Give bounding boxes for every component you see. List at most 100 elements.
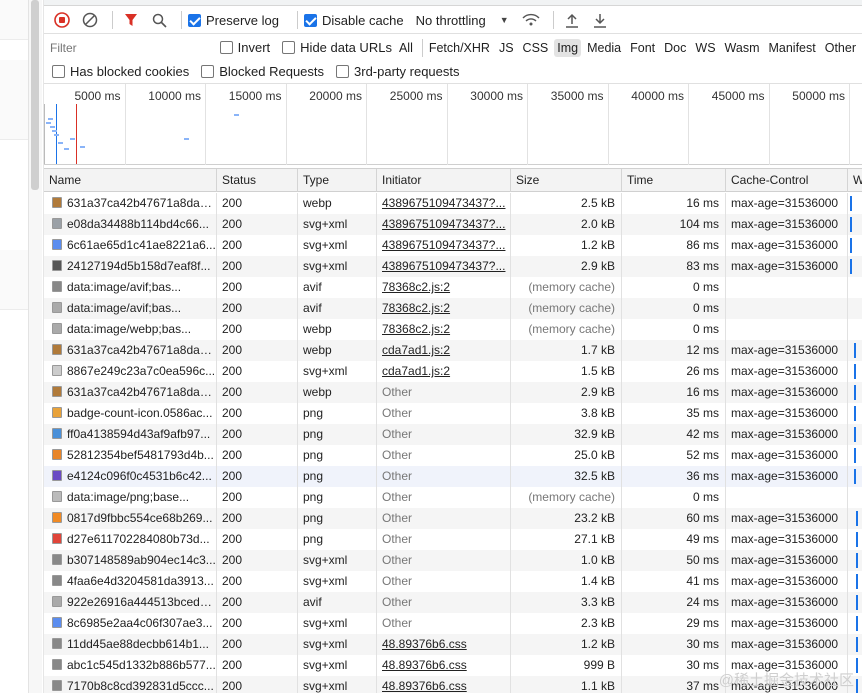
initiator-link[interactable]: Other — [376, 571, 510, 592]
table-row[interactable]: 11dd45ae88decbb614b1... 200 svg+xml 48.8937… — [44, 634, 862, 655]
column-header-size[interactable]: Size — [510, 169, 621, 192]
table-row[interactable]: 631a37ca42b47671a8dae... 200 webp Other 2.9 … — [44, 382, 862, 403]
table-row[interactable]: e08da34488b114bd4c66... 200 svg+xml 4389675… — [44, 214, 862, 235]
table-row[interactable]: 631a37ca42b47671a8dae... 200 webp 438967510… — [44, 193, 862, 214]
initiator-link[interactable]: 4389675109473437?... — [376, 256, 510, 277]
column-header-status[interactable]: Status — [216, 169, 297, 192]
table-row[interactable]: e4124c096f0c4531b6c42... 200 png Other 32.5 … — [44, 466, 862, 487]
preserve-log-checkbox[interactable]: Preserve log — [188, 13, 279, 28]
column-header-type[interactable]: Type — [297, 169, 376, 192]
initiator-link[interactable]: 4389675109473437?... — [376, 193, 510, 214]
table-row[interactable]: 24127194d5b158d7eaf8f... 200 svg+xml 438967… — [44, 256, 862, 277]
initiator-link[interactable]: Other — [376, 550, 510, 571]
type-filter-all[interactable]: All — [396, 39, 416, 57]
request-name-cell[interactable]: data:image/avif;bas... — [44, 298, 216, 319]
export-har-icon[interactable] — [588, 9, 612, 31]
network-conditions-icon[interactable] — [519, 9, 543, 31]
request-name-cell[interactable]: ff0a4138594d43af9afb97... — [44, 424, 216, 445]
initiator-link[interactable]: Other — [376, 424, 510, 445]
type-filter-ws[interactable]: WS — [692, 39, 718, 57]
initiator-link[interactable]: 78368c2.js:2 — [376, 319, 510, 340]
has-blocked-cookies-checkbox[interactable]: Has blocked cookies — [52, 64, 189, 79]
type-filter-js[interactable]: JS — [496, 39, 517, 57]
import-har-icon[interactable] — [560, 9, 584, 31]
type-filter-manifest[interactable]: Manifest — [765, 39, 818, 57]
initiator-link[interactable]: cda7ad1.js:2 — [376, 340, 510, 361]
scrollbar-thumb[interactable] — [31, 0, 39, 190]
type-filter-font[interactable]: Font — [627, 39, 658, 57]
table-row[interactable]: data:image/avif;bas... 200 avif 78368c2.js:… — [44, 277, 862, 298]
blocked-requests-checkbox[interactable]: Blocked Requests — [201, 64, 324, 79]
request-name-cell[interactable]: badge-count-icon.0586ac... — [44, 403, 216, 424]
initiator-link[interactable]: Other — [376, 613, 510, 634]
request-name-cell[interactable]: 631a37ca42b47671a8dae... — [44, 340, 216, 361]
table-row[interactable]: d27e611702284080b73d... 200 png Other 27.1 k… — [44, 529, 862, 550]
hide-data-urls-checkbox[interactable]: Hide data URLs — [282, 40, 392, 55]
timeline-overview[interactable]: 5000 ms 10000 ms 15000 ms 20000 ms 25000 ms 3… — [44, 84, 862, 165]
column-header-name[interactable]: Name — [44, 169, 216, 192]
type-filter-media[interactable]: Media — [584, 39, 624, 57]
type-filter-img[interactable]: Img — [554, 38, 582, 57]
request-name-cell[interactable]: 4faa6e4d3204581da3913... — [44, 571, 216, 592]
disable-cache-checkbox[interactable]: Disable cache — [303, 13, 404, 28]
request-name-cell[interactable]: data:image/avif;bas... — [44, 277, 216, 298]
hide-data-urls-check[interactable] — [282, 41, 296, 54]
record-stop-icon[interactable] — [50, 9, 74, 31]
initiator-link[interactable]: Other — [376, 403, 510, 424]
type-filter-other[interactable]: Other — [822, 39, 859, 57]
table-row[interactable]: 8867e249c23a7c0ea596c... 200 svg+xml cda7ad… — [44, 361, 862, 382]
initiator-link[interactable]: Other — [376, 466, 510, 487]
filter-input[interactable] — [50, 37, 208, 58]
disable-cache-check[interactable] — [303, 13, 317, 27]
initiator-link[interactable]: Other — [376, 382, 510, 403]
request-name-cell[interactable]: 52812354bef5481793d4b... — [44, 445, 216, 466]
initiator-link[interactable]: cda7ad1.js:2 — [376, 361, 510, 382]
table-row[interactable]: 4faa6e4d3204581da3913... 200 svg+xml Other 1… — [44, 571, 862, 592]
request-name-cell[interactable]: data:image/png;base... — [44, 487, 216, 508]
table-row[interactable]: data:image/avif;bas... 200 avif 78368c2.js:… — [44, 298, 862, 319]
table-row[interactable]: data:image/png;base... 200 png Other (memory… — [44, 487, 862, 508]
request-name-cell[interactable]: 8867e249c23a7c0ea596c... — [44, 361, 216, 382]
table-row[interactable]: 631a37ca42b47671a8dae... 200 webp cda7ad1.j… — [44, 340, 862, 361]
column-header-cache-control[interactable]: Cache-Control — [725, 169, 847, 192]
request-name-cell[interactable]: abc1c545d1332b886b577... — [44, 655, 216, 676]
initiator-link[interactable]: 4389675109473437?... — [376, 235, 510, 256]
initiator-link[interactable]: 48.89376b6.css — [376, 655, 510, 676]
request-name-cell[interactable]: 24127194d5b158d7eaf8f... — [44, 256, 216, 277]
throttling-select[interactable]: No throttling ▼ — [416, 13, 509, 28]
initiator-link[interactable]: 78368c2.js:2 — [376, 298, 510, 319]
request-name-cell[interactable]: data:image/webp;bas... — [44, 319, 216, 340]
table-row[interactable]: 6c61ae65d1c41ae8221a6... 200 svg+xml 438967… — [44, 235, 862, 256]
table-row[interactable]: 922e26916a444513bcedd... 200 avif Other 3.3 … — [44, 592, 862, 613]
type-filter-wasm[interactable]: Wasm — [722, 39, 763, 57]
has-blocked-cookies-check[interactable] — [52, 65, 65, 78]
column-header-time[interactable]: Time — [621, 169, 725, 192]
preserve-log-check[interactable] — [188, 13, 201, 27]
request-name-cell[interactable]: 6c61ae65d1c41ae8221a6... — [44, 235, 216, 256]
request-name-cell[interactable]: 922e26916a444513bcedd... — [44, 592, 216, 613]
request-name-cell[interactable]: 0817d9fbbc554ce68b269... — [44, 508, 216, 529]
type-filter-css[interactable]: CSS — [520, 39, 552, 57]
table-row[interactable]: b307148589ab904ec14c3... 200 svg+xml Other 1… — [44, 550, 862, 571]
table-row[interactable]: data:image/webp;bas... 200 webp 78368c2.js:… — [44, 319, 862, 340]
request-name-cell[interactable]: b307148589ab904ec14c3... — [44, 550, 216, 571]
table-row[interactable]: 52812354bef5481793d4b... 200 png Other 25.0 … — [44, 445, 862, 466]
request-name-cell[interactable]: 7170b8c8cd392831d5ccc... — [44, 676, 216, 693]
third-party-checkbox[interactable]: 3rd-party requests — [336, 64, 460, 79]
request-name-cell[interactable]: e4124c096f0c4531b6c42... — [44, 466, 216, 487]
initiator-link[interactable]: 78368c2.js:2 — [376, 277, 510, 298]
request-name-cell[interactable]: 8c6985e2aa4c06f307ae3... — [44, 613, 216, 634]
initiator-link[interactable]: Other — [376, 592, 510, 613]
table-row[interactable]: ff0a4138594d43af9afb97... 200 png Other 32.9… — [44, 424, 862, 445]
type-filter-doc[interactable]: Doc — [661, 39, 689, 57]
table-row[interactable]: 8c6985e2aa4c06f307ae3... 200 svg+xml Other 2… — [44, 613, 862, 634]
initiator-link[interactable]: 4389675109473437?... — [376, 214, 510, 235]
search-icon[interactable] — [147, 9, 171, 31]
initiator-link[interactable]: Other — [376, 445, 510, 466]
initiator-link[interactable]: Other — [376, 487, 510, 508]
filter-icon[interactable] — [119, 9, 143, 31]
request-name-cell[interactable]: 631a37ca42b47671a8dae... — [44, 382, 216, 403]
type-filter-fetch-xhr[interactable]: Fetch/XHR — [426, 39, 493, 57]
request-name-cell[interactable]: d27e611702284080b73d... — [44, 529, 216, 550]
blocked-requests-check[interactable] — [201, 65, 215, 78]
